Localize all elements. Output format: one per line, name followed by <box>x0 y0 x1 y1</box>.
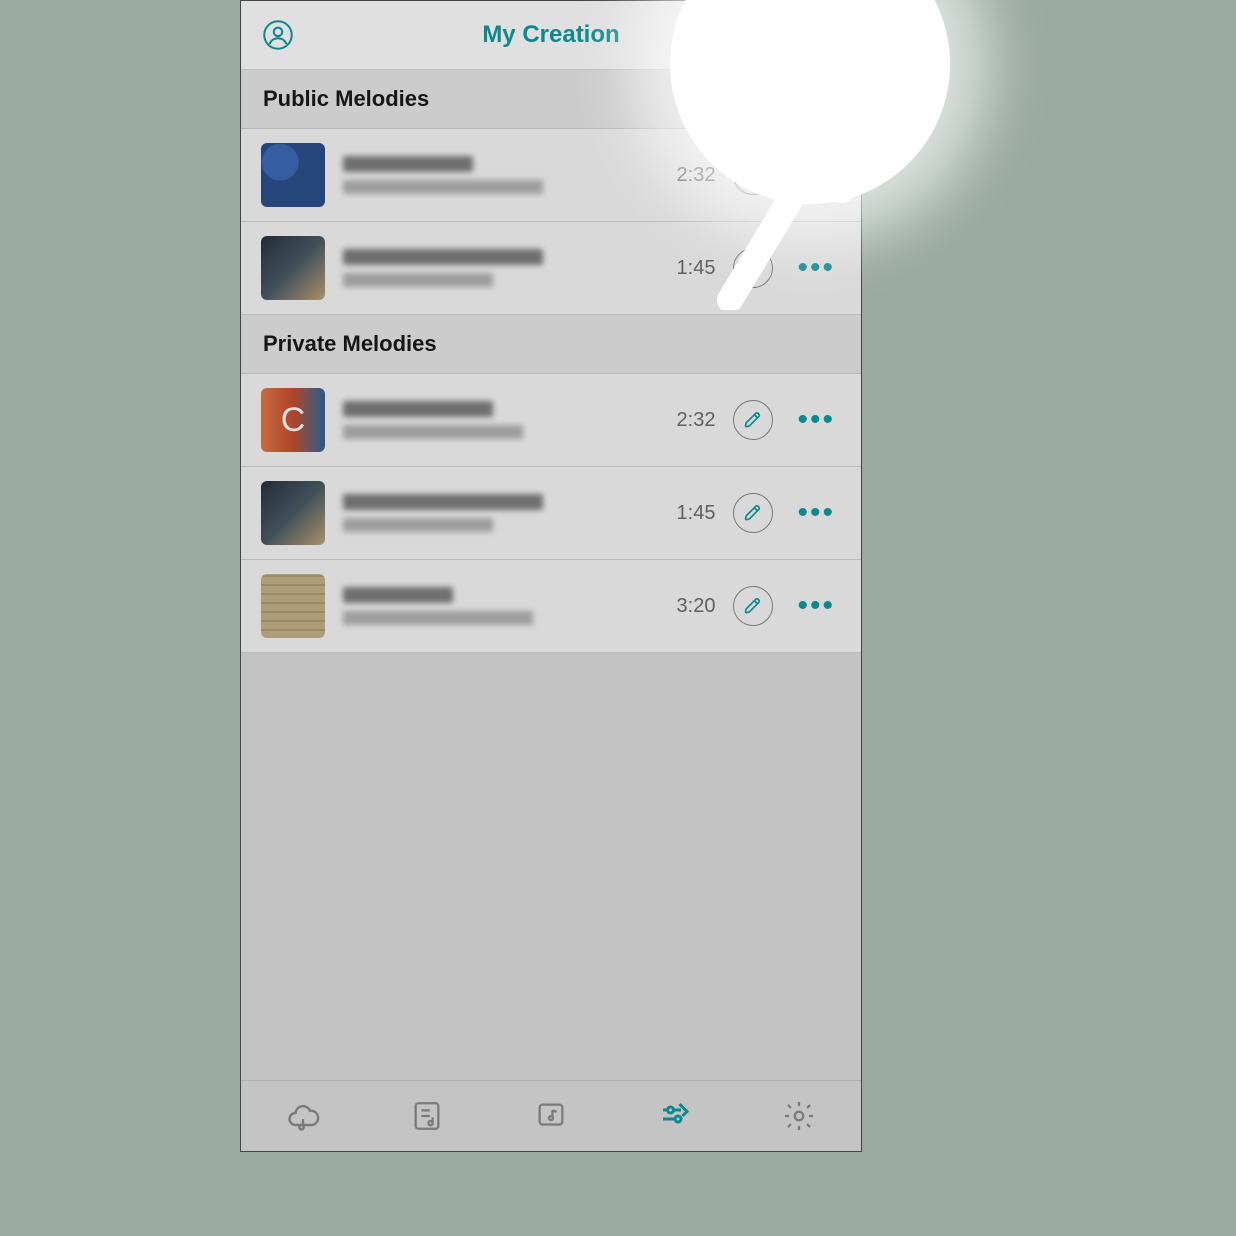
melody-row[interactable]: 2:32 ••• <box>241 129 861 222</box>
melody-thumbnail <box>261 143 325 207</box>
nav-bar: My Creation <box>241 1 861 70</box>
pencil-icon <box>743 165 763 185</box>
melody-thumbnail <box>261 574 325 638</box>
melody-meta <box>343 249 649 287</box>
melody-title-blurred <box>343 249 543 265</box>
melody-subtitle-blurred <box>343 518 493 532</box>
profile-icon <box>263 20 293 50</box>
more-button[interactable]: ••• <box>791 508 841 518</box>
edit-button[interactable] <box>733 400 773 440</box>
tab-editor[interactable] <box>613 1081 737 1151</box>
melody-row[interactable]: C 2:32 ••• <box>241 374 861 467</box>
melody-meta <box>343 494 649 532</box>
editor-icon <box>657 1098 693 1134</box>
melody-title-blurred <box>343 156 473 172</box>
tab-playlist[interactable] <box>365 1081 489 1151</box>
add-button[interactable] <box>809 20 839 50</box>
tab-cloud[interactable] <box>241 1081 365 1151</box>
melody-duration: 2:32 <box>667 409 715 432</box>
melody-row[interactable]: 3:20 ••• <box>241 560 861 653</box>
edit-button[interactable] <box>733 155 773 195</box>
more-button[interactable]: ••• <box>791 601 841 611</box>
edit-button[interactable] <box>733 248 773 288</box>
more-button[interactable]: ••• <box>791 263 841 273</box>
melody-thumbnail: C <box>261 388 325 452</box>
tab-bar <box>241 1080 861 1151</box>
melodies-list[interactable]: Public Melodies 2:32 ••• 1:45 ••• Private Mel… <box>241 70 861 653</box>
pencil-icon <box>743 258 763 278</box>
melody-subtitle-blurred <box>343 180 543 194</box>
edit-button[interactable] <box>733 586 773 626</box>
app-screen: My Creation Public Melodies 2:32 ••• 1:45 ••… <box>240 0 862 1152</box>
nav-title: My Creation <box>241 21 861 49</box>
tab-note[interactable] <box>489 1081 613 1151</box>
melody-row[interactable]: 1:45 ••• <box>241 467 861 560</box>
edit-button[interactable] <box>733 493 773 533</box>
note-card-icon <box>534 1099 568 1133</box>
cloud-music-icon <box>285 1098 321 1134</box>
melody-duration: 2:32 <box>667 164 715 187</box>
melody-title-blurred <box>343 494 543 510</box>
melody-meta <box>343 156 649 194</box>
more-button[interactable]: ••• <box>791 170 841 180</box>
melody-title-blurred <box>343 587 453 603</box>
tab-settings[interactable] <box>737 1081 861 1151</box>
melody-duration: 3:20 <box>667 595 715 618</box>
pencil-icon <box>743 596 763 616</box>
profile-button[interactable] <box>263 20 293 50</box>
section-header: Private Melodies <box>241 315 861 374</box>
melody-duration: 1:45 <box>667 502 715 525</box>
melody-thumbnail <box>261 481 325 545</box>
melody-meta <box>343 587 649 625</box>
melody-subtitle-blurred <box>343 425 523 439</box>
melody-subtitle-blurred <box>343 273 493 287</box>
melody-thumbnail <box>261 236 325 300</box>
melody-title-blurred <box>343 401 493 417</box>
plus-icon <box>809 20 839 50</box>
playlist-icon <box>410 1099 444 1133</box>
pencil-icon <box>743 410 763 430</box>
melody-meta <box>343 401 649 439</box>
melody-subtitle-blurred <box>343 611 533 625</box>
section-header: Public Melodies <box>241 70 861 129</box>
melody-row[interactable]: 1:45 ••• <box>241 222 861 315</box>
more-button[interactable]: ••• <box>791 415 841 425</box>
melody-duration: 1:45 <box>667 257 715 280</box>
pencil-icon <box>743 503 763 523</box>
settings-icon <box>782 1099 816 1133</box>
